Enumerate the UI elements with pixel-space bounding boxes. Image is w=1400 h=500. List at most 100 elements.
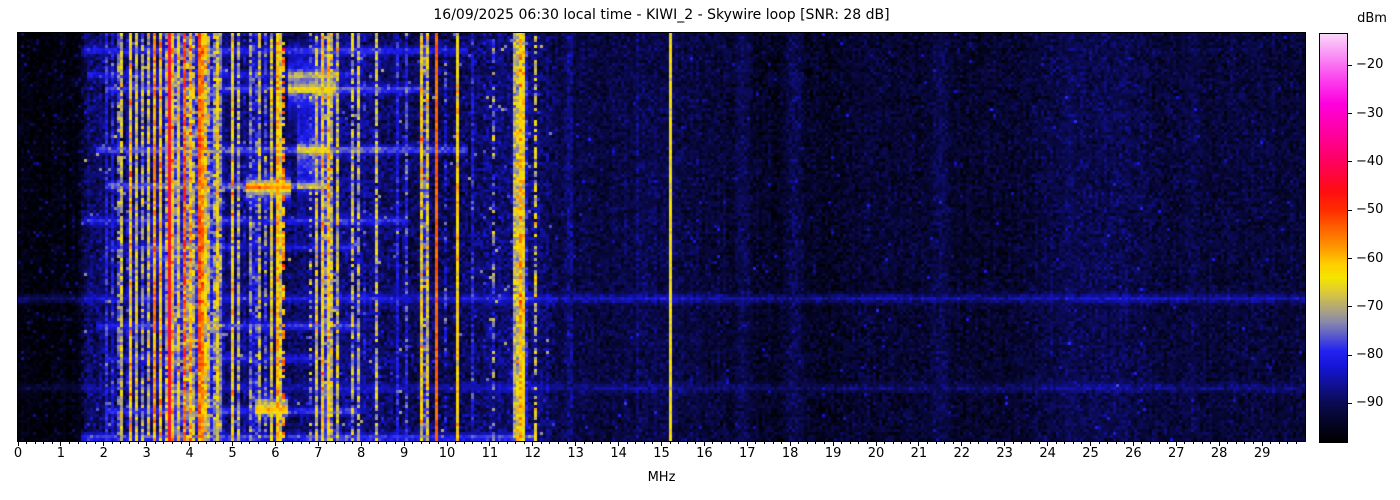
x-minor-tick-mark <box>386 442 388 444</box>
x-minor-tick-mark <box>884 442 886 444</box>
x-minor-tick-mark <box>480 442 482 444</box>
x-minor-tick-mark <box>609 442 611 444</box>
colorbar-tick-mark <box>1348 258 1352 260</box>
x-minor-tick-mark <box>866 442 868 444</box>
x-minor-tick-mark <box>1115 442 1117 444</box>
x-minor-tick-mark <box>1107 442 1109 444</box>
x-tick-label: 18 <box>781 446 799 461</box>
x-minor-tick-mark <box>412 442 414 444</box>
colorbar-tick-label: −50 <box>1356 202 1384 218</box>
x-minor-tick-mark <box>1235 442 1237 444</box>
x-tick-label: 15 <box>653 446 670 461</box>
x-minor-tick-mark <box>283 442 285 444</box>
x-minor-tick-mark <box>1072 442 1074 444</box>
x-minor-tick-mark <box>497 442 499 444</box>
x-tick-label: 7 <box>314 446 323 461</box>
x-minor-tick-mark <box>1038 442 1040 444</box>
x-minor-tick-mark <box>669 442 671 444</box>
x-minor-tick-mark <box>129 442 131 444</box>
x-minor-tick-mark <box>163 442 165 444</box>
x-minor-tick-mark <box>558 442 560 444</box>
colorbar-tick-mark <box>1348 209 1352 211</box>
colorbar-tick-mark <box>1348 161 1352 163</box>
x-minor-tick-mark <box>678 442 680 444</box>
x-minor-tick-mark <box>111 442 113 444</box>
x-tick-label: 4 <box>185 446 194 461</box>
x-minor-tick-mark <box>549 442 551 444</box>
x-minor-tick-mark <box>738 442 740 444</box>
x-minor-tick-mark <box>978 442 980 444</box>
x-minor-tick-mark <box>1287 442 1289 444</box>
x-tick-label: 19 <box>824 446 842 461</box>
x-minor-tick-mark <box>1098 442 1100 444</box>
colorbar-tick-label: −30 <box>1356 105 1384 121</box>
x-minor-tick-mark <box>1055 442 1057 444</box>
x-minor-tick-mark <box>309 442 311 444</box>
x-minor-tick-mark <box>892 442 894 444</box>
x-minor-tick-mark <box>763 442 765 444</box>
x-minor-tick-mark <box>455 442 457 444</box>
x-minor-tick-mark <box>841 442 843 444</box>
x-minor-tick-mark <box>214 442 216 444</box>
x-minor-tick-mark <box>566 442 568 444</box>
x-minor-tick-mark <box>1064 442 1066 444</box>
x-tick-label: 26 <box>1125 446 1142 461</box>
x-minor-tick-mark <box>472 442 474 444</box>
x-minor-tick-mark <box>43 442 45 444</box>
x-minor-tick-mark <box>695 442 697 444</box>
x-tick-label: 28 <box>1210 446 1228 461</box>
x-minor-tick-mark <box>781 442 783 444</box>
x-minor-tick-mark <box>772 442 774 444</box>
x-minor-tick-mark <box>583 442 585 444</box>
x-minor-tick-mark <box>824 442 826 444</box>
colorbar-tick-label: −70 <box>1356 298 1384 314</box>
x-minor-tick-mark <box>249 442 251 444</box>
x-minor-tick-mark <box>429 442 431 444</box>
x-minor-tick-mark <box>1244 442 1246 444</box>
x-tick-label: 13 <box>567 446 584 461</box>
plot-title: 16/09/2025 06:30 local time - KIWI_2 - S… <box>433 7 890 23</box>
x-minor-tick-mark <box>1278 442 1280 444</box>
colorbar-tick-mark <box>1348 354 1352 356</box>
x-minor-tick-mark <box>815 442 817 444</box>
x-tick-label: 29 <box>1253 446 1271 461</box>
x-minor-tick-mark <box>798 442 800 444</box>
x-minor-tick-mark <box>1167 442 1169 444</box>
x-minor-tick-mark <box>257 442 259 444</box>
x-minor-tick-mark <box>223 442 225 444</box>
x-tick-label: 22 <box>953 446 971 461</box>
x-minor-tick-mark <box>909 442 911 444</box>
x-minor-tick-mark <box>721 442 723 444</box>
x-minor-tick-mark <box>987 442 989 444</box>
x-minor-tick-mark <box>77 442 79 444</box>
x-minor-tick-mark <box>300 442 302 444</box>
colorbar-tick-label: −20 <box>1356 57 1384 73</box>
x-minor-tick-mark <box>86 442 88 444</box>
x-minor-tick-mark <box>1081 442 1083 444</box>
x-minor-tick-mark <box>523 442 525 444</box>
x-tick-label: 27 <box>1168 446 1185 461</box>
x-tick-label: 16 <box>696 446 713 461</box>
x-minor-tick-mark <box>652 442 654 444</box>
x-minor-tick-mark <box>755 442 757 444</box>
x-tick-label: 3 <box>142 446 151 461</box>
x-minor-tick-mark <box>1253 442 1255 444</box>
x-minor-tick-mark <box>643 442 645 444</box>
x-minor-tick-mark <box>180 442 182 444</box>
colorbar-tick-label: −60 <box>1356 250 1384 266</box>
x-tick-label: 5 <box>228 446 237 461</box>
colorbar-gradient <box>1320 34 1347 442</box>
colorbar-tick-label: −40 <box>1356 153 1384 169</box>
x-minor-tick-mark <box>1029 442 1031 444</box>
colorbar-tick-mark <box>1348 402 1352 404</box>
x-minor-tick-mark <box>34 442 36 444</box>
x-minor-tick-mark <box>292 442 294 444</box>
x-minor-tick-mark <box>94 442 96 444</box>
x-minor-tick-mark <box>944 442 946 444</box>
x-minor-tick-mark <box>926 442 928 444</box>
x-minor-tick-mark <box>712 442 714 444</box>
x-minor-tick-mark <box>463 442 465 444</box>
spectrogram-heatmap <box>18 33 1305 441</box>
x-minor-tick-mark <box>1150 442 1152 444</box>
x-tick-label: 8 <box>357 446 366 461</box>
